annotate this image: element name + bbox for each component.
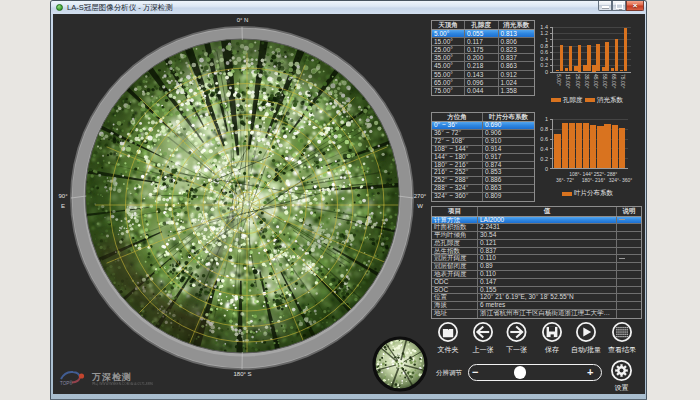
svg-text:TOP®: TOP® — [60, 380, 73, 386]
